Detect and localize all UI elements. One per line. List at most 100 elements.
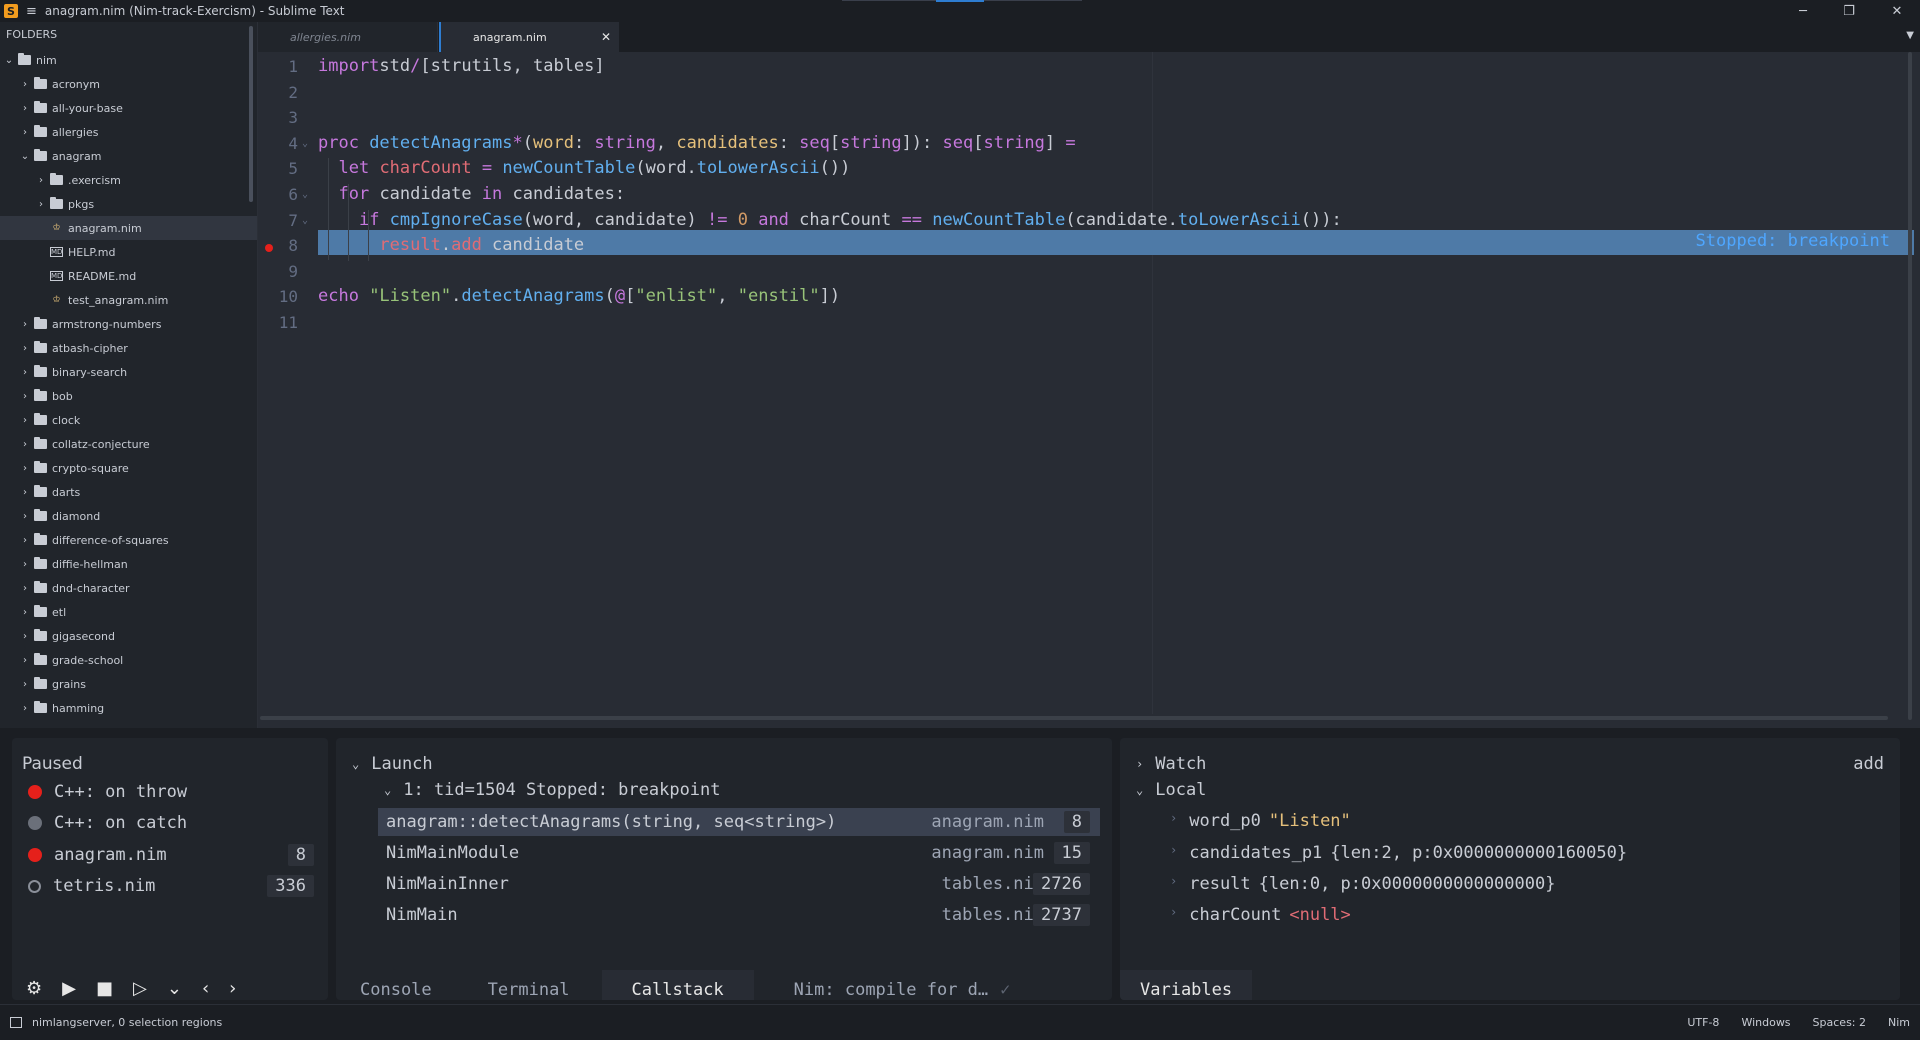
stack-frame[interactable]: NimMainModule anagram.nim 15 — [378, 839, 1100, 867]
breakpoint-enabled-icon[interactable] — [28, 785, 42, 799]
chevron-down-icon[interactable]: ⌄ — [352, 757, 359, 771]
chevron-right-icon[interactable]: › — [20, 391, 30, 402]
breakpoint-row[interactable]: C++: on throw — [24, 780, 328, 804]
line-number[interactable]: 3 — [258, 108, 298, 127]
breakpoint-enabled-icon[interactable] — [28, 848, 42, 862]
chevron-right-icon[interactable]: › — [20, 415, 30, 426]
tab-anagram[interactable]: anagram.nim ✕ — [439, 22, 619, 52]
step-into-icon[interactable]: ⌄ — [167, 978, 182, 999]
line-number[interactable]: 4 — [258, 134, 298, 153]
step-forward-icon[interactable]: › — [229, 978, 236, 999]
chevron-right-icon[interactable]: › — [20, 511, 30, 522]
chevron-right-icon[interactable]: › — [20, 79, 30, 90]
folder-item[interactable]: › darts — [0, 480, 257, 504]
vertical-scrollbar[interactable] — [1908, 52, 1912, 720]
breakpoint-row[interactable]: anagram.nim 8 — [24, 843, 328, 867]
line-number[interactable]: 2 — [258, 83, 298, 102]
line-number[interactable]: 5 — [258, 159, 298, 178]
folder-item[interactable]: › binary-search — [0, 360, 257, 384]
play-icon[interactable]: ▶ — [62, 978, 76, 999]
folder-item[interactable]: › armstrong-numbers — [0, 312, 257, 336]
line-number[interactable]: 8 — [258, 236, 298, 255]
folder-item[interactable]: › diffie-hellman — [0, 552, 257, 576]
sidebar-scrollbar[interactable] — [249, 26, 253, 202]
syntax-indicator[interactable]: Nim — [1888, 1016, 1910, 1029]
tab-overflow-icon[interactable]: ▼ — [1906, 30, 1914, 41]
fold-chevron-icon[interactable]: ⌄ — [302, 138, 308, 149]
folder-item[interactable]: › gigasecond — [0, 624, 257, 648]
chevron-down-icon[interactable]: ⌄ — [4, 55, 14, 66]
line-number[interactable]: 9 — [258, 262, 298, 281]
folder-item[interactable]: › acronym — [0, 72, 257, 96]
chevron-right-icon[interactable]: › — [1170, 843, 1177, 863]
chevron-right-icon[interactable]: › — [20, 367, 30, 378]
minimize-button[interactable]: ─ — [1780, 0, 1826, 22]
chevron-down-icon[interactable]: ⌄ — [384, 783, 391, 797]
panel-toggle-icon[interactable] — [10, 1017, 22, 1028]
variable-row[interactable]: › result {len:0, p:0x0000000000000000} — [1170, 874, 1555, 894]
stack-frame[interactable]: NimMain tables.nim 2737 — [378, 901, 1100, 929]
gear-icon[interactable]: ⚙ — [26, 978, 42, 999]
breakpoint-icon[interactable] — [265, 244, 273, 252]
file-item[interactable]: MD README.md — [0, 264, 257, 288]
folder-item[interactable]: › atbash-cipher — [0, 336, 257, 360]
tab-variables[interactable]: Variables — [1120, 970, 1253, 1000]
folder-item[interactable]: › allergies — [0, 120, 257, 144]
launch-header[interactable]: ⌄ Launch — [352, 754, 433, 774]
chevron-right-icon[interactable]: › — [20, 607, 30, 618]
chevron-right-icon[interactable]: › — [1170, 905, 1177, 925]
watch-header[interactable]: › Watch — [1136, 754, 1206, 774]
chevron-right-icon[interactable]: › — [20, 703, 30, 714]
chevron-right-icon[interactable]: › — [20, 535, 30, 546]
close-button[interactable]: ✕ — [1874, 0, 1920, 22]
chevron-right-icon[interactable]: › — [20, 559, 30, 570]
chevron-right-icon[interactable]: › — [1170, 811, 1177, 831]
chevron-right-icon[interactable]: › — [20, 127, 30, 138]
tab-allergies[interactable]: allergies.nim — [258, 22, 438, 52]
code-editor[interactable]: Stopped: breakpoint 1 importstd/[strutils… — [258, 52, 1920, 728]
chevron-right-icon[interactable]: › — [36, 199, 46, 210]
line-number[interactable]: 1 — [258, 57, 298, 76]
chevron-down-icon[interactable]: ⌄ — [1136, 783, 1143, 797]
file-item[interactable]: ♔ anagram.nim — [0, 216, 257, 240]
folder-item[interactable]: › diamond — [0, 504, 257, 528]
line-number[interactable]: 10 — [258, 287, 298, 306]
tab-callstack[interactable]: Callstack — [601, 970, 754, 1000]
stop-icon[interactable]: ■ — [96, 978, 113, 999]
line-number[interactable]: 6 — [258, 185, 298, 204]
folder-item[interactable]: › clock — [0, 408, 257, 432]
folder-item[interactable]: › hamming — [0, 696, 257, 720]
thread-row[interactable]: ⌄ 1: tid=1504 Stopped: breakpoint — [384, 780, 721, 800]
breakpoint-hollow-icon[interactable] — [28, 879, 41, 893]
folder-item[interactable]: › all-your-base — [0, 96, 257, 120]
line-endings-indicator[interactable]: Windows — [1741, 1016, 1790, 1029]
line-number[interactable]: 7 — [258, 211, 298, 230]
chevron-right-icon[interactable]: › — [20, 343, 30, 354]
chevron-right-icon[interactable]: › — [36, 175, 46, 186]
folder-item[interactable]: › crypto-square — [0, 456, 257, 480]
stack-frame[interactable]: NimMainInner tables.nim 2726 — [378, 870, 1100, 898]
chevron-right-icon[interactable]: › — [20, 583, 30, 594]
chevron-right-icon[interactable]: › — [1136, 757, 1143, 771]
fold-chevron-icon[interactable]: ⌄ — [302, 189, 308, 200]
folder-item[interactable]: › difference-of-squares — [0, 528, 257, 552]
folder-item[interactable]: › pkgs — [0, 192, 257, 216]
folder-item[interactable]: › collatz-conjecture — [0, 432, 257, 456]
folder-item[interactable]: › bob — [0, 384, 257, 408]
close-tab-icon[interactable]: ✕ — [601, 30, 611, 44]
file-item[interactable]: MD HELP.md — [0, 240, 257, 264]
chevron-down-icon[interactable]: ⌄ — [20, 151, 30, 162]
folder-item[interactable]: › dnd-character — [0, 576, 257, 600]
encoding-indicator[interactable]: UTF-8 — [1687, 1016, 1719, 1029]
chevron-right-icon[interactable]: › — [20, 103, 30, 114]
chevron-right-icon[interactable]: › — [20, 655, 30, 666]
chevron-right-icon[interactable]: › — [20, 319, 30, 330]
variable-row[interactable]: › charCount <null> — [1170, 905, 1351, 925]
restore-button[interactable]: ❐ — [1826, 0, 1872, 22]
chevron-right-icon[interactable]: › — [20, 679, 30, 690]
horizontal-scrollbar[interactable] — [260, 716, 1888, 720]
local-header[interactable]: ⌄ Local — [1136, 780, 1206, 800]
step-over-icon[interactable]: ▷ — [133, 978, 147, 999]
tab-console[interactable]: Console — [336, 970, 456, 1000]
variable-row[interactable]: › word_p0 "Listen" — [1170, 811, 1351, 831]
